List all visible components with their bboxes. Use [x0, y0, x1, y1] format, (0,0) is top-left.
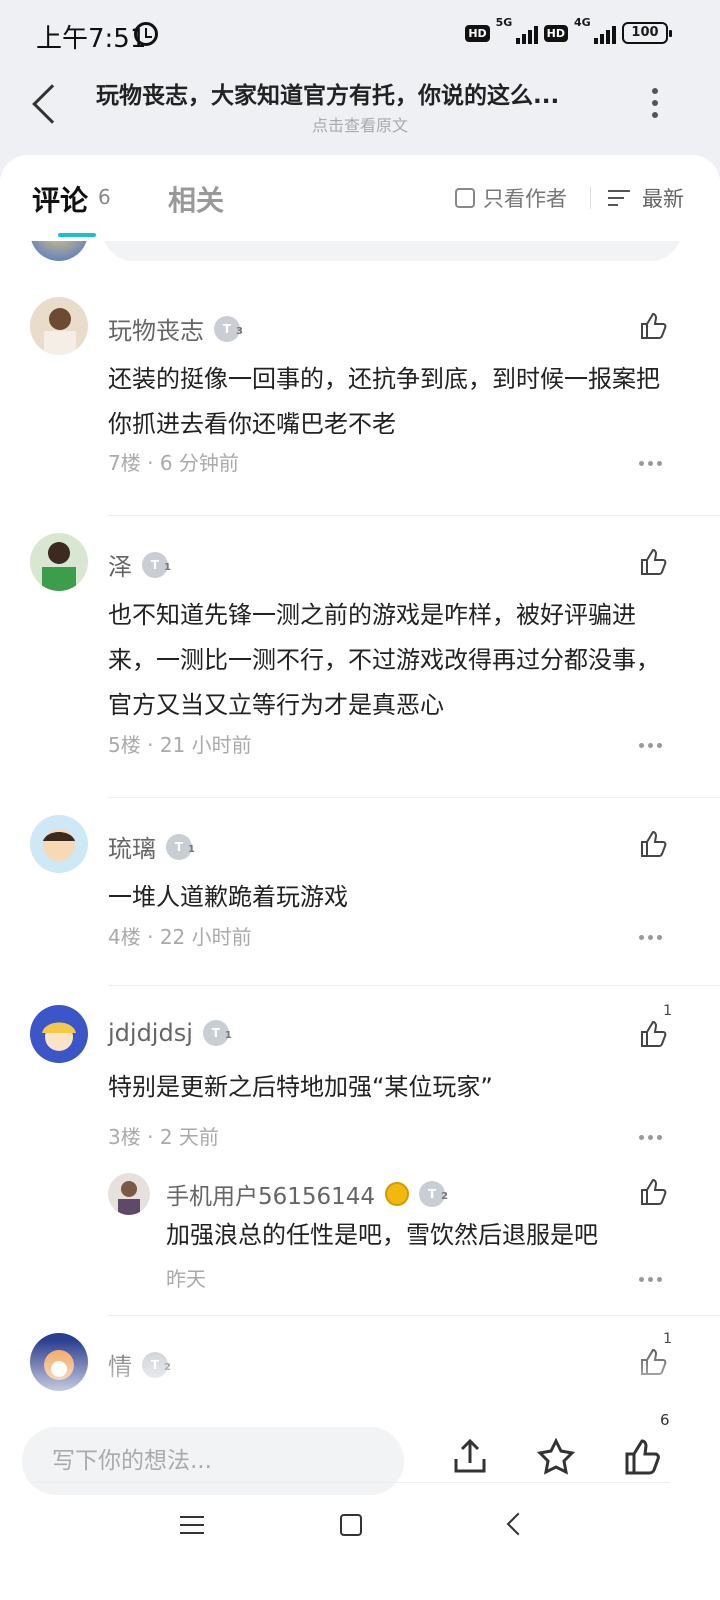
comment-text: 也不知道先锋一测之前的游戏是咋样，被好评骗进来，一测比一测不行，不过游戏改得再过…: [108, 601, 660, 719]
separator: [108, 515, 720, 516]
hd-badge: HD: [465, 24, 490, 42]
more-icon[interactable]: [639, 935, 662, 940]
signal-icon: 5G: [496, 16, 538, 46]
tab-related[interactable]: 相关: [168, 179, 224, 219]
coin-badge-icon: [385, 1182, 410, 1206]
avatar[interactable]: [30, 1005, 88, 1063]
sort-button[interactable]: 最新: [608, 183, 684, 213]
separator: [108, 1315, 720, 1316]
avatar[interactable]: [30, 533, 88, 591]
level-badge: T1: [142, 551, 171, 578]
top-nav-bar: 玩物丧志，大家知道官方有托，你说的这么... 点击查看原文: [0, 70, 720, 160]
share-icon[interactable]: [450, 1437, 490, 1477]
divider: [590, 187, 591, 209]
like-icon[interactable]: [638, 1177, 668, 1207]
signal-icon-2: 4G: [574, 16, 616, 46]
author-only-toggle[interactable]: 只看作者: [455, 183, 567, 213]
status-time: 上午7:51: [36, 24, 147, 54]
comment-input[interactable]: 写下你的想法...: [22, 1427, 404, 1495]
comment-meta: 7楼 · 6 分钟前: [108, 451, 239, 475]
comment-text: 特别是更新之后特地加强“某位玩家”: [108, 1073, 493, 1101]
author-only-label: 只看作者: [483, 187, 567, 211]
battery-icon: 100: [622, 22, 672, 44]
reply-time: 昨天: [166, 1267, 206, 1291]
comment-item: 玩物丧志 T3 还装的挺像一回事的，还抗争到底，到时候一报案把你抓进去看你还嘴巴…: [0, 297, 720, 527]
reply-author[interactable]: 手机用户56156144 T2: [166, 1177, 448, 1211]
comment-item: 琉璃 T1 一堆人道歉跪着玩游戏 4楼 · 22 小时前: [0, 815, 720, 1005]
separator: [108, 797, 720, 798]
back-icon[interactable]: [506, 1512, 530, 1536]
comment-count: 6: [98, 185, 111, 209]
checkbox-icon[interactable]: [455, 188, 475, 208]
active-tab-indicator: [58, 233, 96, 237]
comment-text: 一堆人道歉跪着玩游戏: [108, 883, 348, 911]
like-icon[interactable]: [638, 1019, 668, 1049]
reply-text: 加强浪总的任性是吧，雪饮然后退服是吧: [166, 1221, 598, 1249]
status-indicators: HD 5G HD 4G 100: [465, 16, 672, 46]
sort-label: 最新: [642, 187, 684, 211]
comment-author[interactable]: 玩物丧志 T3: [108, 311, 243, 346]
like-icon[interactable]: [622, 1437, 662, 1477]
like-count: 1: [663, 1003, 672, 1019]
comment-text: 还装的挺像一回事的，还抗争到底，到时候一报案把你抓进去看你还嘴巴老不老: [108, 365, 660, 438]
alarm-icon: [134, 22, 158, 46]
bottom-action-bar: 写下你的想法... 6: [0, 1405, 720, 1515]
status-bar: 上午7:51 HD 5G HD 4G 100: [0, 0, 720, 70]
page-title: 玩物丧志，大家知道官方有托，你说的这么...: [96, 83, 560, 109]
tab-comments[interactable]: 评论: [32, 179, 88, 219]
favorite-star-icon[interactable]: [536, 1437, 576, 1477]
tab-bar: 评论 6 相关 只看作者 最新: [0, 155, 720, 241]
like-count: 6: [660, 1411, 670, 1429]
like-icon[interactable]: [638, 547, 668, 577]
like-icon[interactable]: [638, 311, 668, 341]
comment-meta: 5楼 · 21 小时前: [108, 733, 252, 757]
sort-icon: [608, 188, 632, 208]
scroll-fade: [0, 1340, 720, 1410]
separator: [108, 985, 720, 986]
avatar[interactable]: [108, 1173, 150, 1215]
hd-badge-2: HD: [543, 24, 568, 42]
level-badge: T1: [202, 1020, 232, 1046]
view-original-link[interactable]: 点击查看原文: [0, 112, 720, 136]
level-badge: T1: [166, 833, 195, 860]
more-icon[interactable]: [639, 1277, 662, 1282]
comment-author[interactable]: 琉璃 T1: [108, 829, 195, 864]
divider: [30, 1482, 670, 1483]
comment-author[interactable]: 泽 T1: [108, 547, 171, 582]
comment-item: jdjdjdsj T1 1 特别是更新之后特地加强“某位玩家” 3楼 · 2 天…: [0, 1003, 720, 1325]
avatar[interactable]: [30, 297, 88, 355]
level-badge: T2: [419, 1181, 448, 1207]
menu-icon[interactable]: [180, 1516, 204, 1534]
comment-meta: 4楼 · 22 小时前: [108, 925, 252, 949]
more-options-icon[interactable]: [652, 88, 658, 118]
more-icon[interactable]: [639, 743, 662, 748]
more-icon[interactable]: [639, 461, 662, 466]
comment-author[interactable]: jdjdjdsj T1: [108, 1019, 232, 1047]
like-icon[interactable]: [638, 829, 668, 859]
comment-item: 泽 T1 也不知道先锋一测之前的游戏是咋样，被好评骗进来，一测比一测不行，不过游…: [0, 533, 720, 813]
system-nav-bar: [0, 1500, 720, 1600]
comment-meta: 3楼 · 2 天前: [108, 1125, 219, 1149]
more-icon[interactable]: [639, 1135, 662, 1140]
comments-panel: 评论 6 相关 只看作者 最新 玩物丧志 T3 还装的挺像一回事的，还抗争到底，…: [0, 155, 720, 1405]
avatar[interactable]: [30, 815, 88, 873]
level-badge: T3: [214, 315, 243, 342]
home-icon[interactable]: [340, 1514, 362, 1536]
